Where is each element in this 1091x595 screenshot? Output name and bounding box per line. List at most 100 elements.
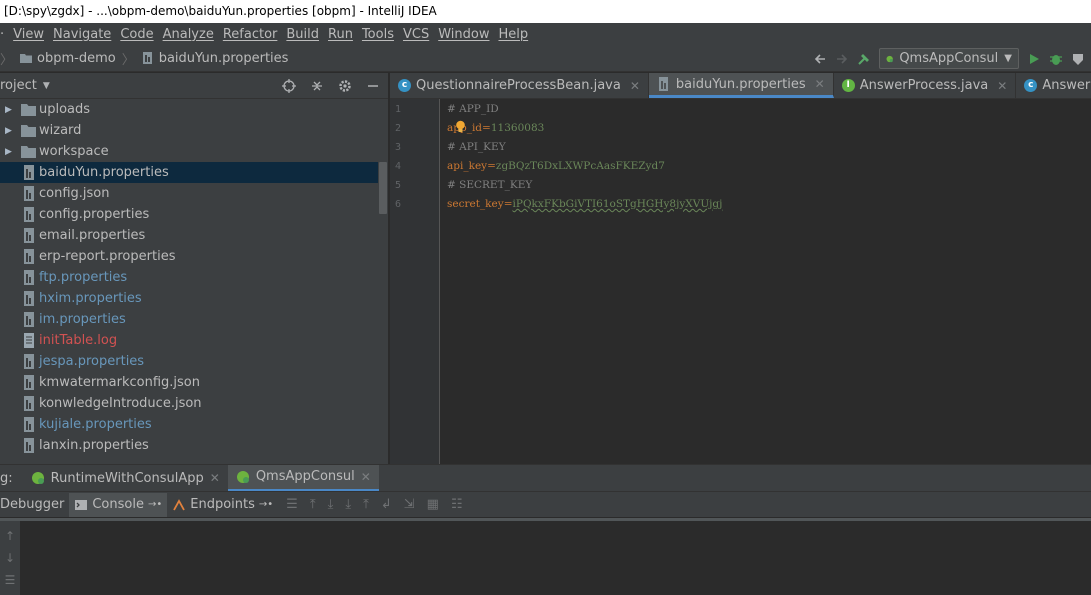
code-line[interactable]: # APP_ID: [447, 103, 499, 115]
tree-item[interactable]: ▶ uploads: [0, 99, 378, 120]
tree-item-label: erp-report.properties: [39, 249, 176, 264]
chevron-right-icon[interactable]: ▶: [5, 105, 12, 115]
menu-view[interactable]: View: [13, 27, 44, 42]
tree-item[interactable]: ▶ workspace: [0, 141, 378, 162]
editor-tab[interactable]: c AnswerProcessBean: [1016, 73, 1091, 98]
tab-endpoints-label: Endpoints: [190, 497, 255, 512]
editor-tab-label: AnswerProcessBean: [1042, 78, 1091, 93]
show-execution-point-icon[interactable]: ⤒: [310, 497, 316, 512]
code-editor[interactable]: 123456 # APP_ID app_id=11360083 # API_KEY a…: [390, 99, 1091, 464]
soft-wrap-icon[interactable]: ☰: [5, 573, 16, 587]
scroll-up-icon[interactable]: ↑: [5, 529, 15, 543]
chevron-right-icon[interactable]: ▶: [5, 126, 12, 136]
folder-icon: [20, 54, 33, 63]
back-arrow-icon[interactable]: [813, 52, 827, 66]
evaluate-icon[interactable]: ▦: [427, 497, 439, 512]
pin-arrow-icon[interactable]: →•: [148, 499, 162, 510]
build-hammer-icon[interactable]: [857, 52, 871, 66]
menu-help[interactable]: Help: [498, 27, 528, 42]
equals-sign: =: [487, 160, 496, 172]
menu-run[interactable]: Run: [328, 27, 353, 42]
menu-tools[interactable]: Tools: [362, 27, 394, 42]
close-icon[interactable]: ✕: [815, 77, 825, 91]
code-line[interactable]: api_key=zgBQzT6DxLXWPcAasFKEZyd7: [447, 160, 665, 172]
menu-vcs[interactable]: VCS: [403, 27, 429, 42]
coverage-shield-icon[interactable]: [1071, 52, 1085, 66]
panel-dropdown-icon[interactable]: ▼: [43, 81, 50, 91]
tree-item[interactable]: initTable.log: [0, 330, 378, 351]
menu-analyze[interactable]: Analyze: [163, 27, 214, 42]
tree-item[interactable]: config.properties: [0, 204, 378, 225]
tab-debugger[interactable]: Debugger: [0, 493, 69, 517]
trace-icon[interactable]: ☷: [451, 497, 463, 512]
tree-item[interactable]: ftp.properties: [0, 267, 378, 288]
run-configuration-selector[interactable]: QmsAppConsul ▼: [879, 48, 1019, 69]
step-into-icon[interactable]: ⤓: [345, 497, 351, 512]
debug-toolbar: Debugger Console →• Endpoints →• ☰ ⤒ ⤓ ⤓…: [0, 491, 1091, 517]
lightbulb-icon[interactable]: [455, 120, 466, 133]
hide-minus-icon[interactable]: [366, 79, 380, 93]
editor-tab[interactable]: c QuestionnaireProcessBean.java ✕: [390, 73, 649, 98]
run-tab-label: QmsAppConsul: [255, 469, 355, 484]
tree-item[interactable]: hxim.properties: [0, 288, 378, 309]
properties-file-icon: [24, 291, 34, 306]
line-number: 5: [395, 180, 402, 191]
gear-icon[interactable]: [338, 79, 352, 93]
tree-item[interactable]: kujiale.properties: [0, 414, 378, 435]
chevron-right-icon[interactable]: ▶: [5, 147, 12, 157]
tree-item[interactable]: konwledgeIntroduce.json: [0, 393, 378, 414]
tree-item[interactable]: config.json: [0, 183, 378, 204]
editor-tab[interactable]: baiduYun.properties ✕: [648, 73, 834, 98]
code-line[interactable]: secret_key=iPQkxFKbGiVTI61oSTgHGHy8jyXVU…: [447, 198, 722, 210]
tab-endpoints[interactable]: Endpoints →•: [167, 493, 278, 517]
code-comment: # API_KEY: [447, 141, 506, 153]
json-file-icon: [24, 186, 34, 201]
collapse-all-icon[interactable]: [310, 79, 324, 93]
drop-frame-icon[interactable]: ↲: [381, 497, 392, 512]
locate-target-icon[interactable]: [282, 79, 296, 93]
run-icon[interactable]: [1027, 52, 1041, 66]
pin-arrow-icon[interactable]: →•: [259, 499, 273, 510]
menu-code[interactable]: Code: [120, 27, 153, 42]
menu-refactor[interactable]: Refactor: [223, 27, 278, 42]
close-icon[interactable]: ✕: [630, 79, 640, 93]
property-value: 11360083: [490, 122, 545, 134]
tree-item[interactable]: ▶ wizard: [0, 120, 378, 141]
forward-arrow-icon[interactable]: [835, 52, 849, 66]
properties-file-icon: [142, 52, 152, 64]
breadcrumb-file[interactable]: baiduYun.properties: [159, 51, 289, 66]
run-tab-runtime[interactable]: RuntimeWithConsulApp ✕: [23, 465, 228, 492]
project-tree-scrollbar[interactable]: [379, 162, 387, 214]
tree-item[interactable]: erp-report.properties: [0, 246, 378, 267]
menu-window[interactable]: Window: [438, 27, 489, 42]
close-icon[interactable]: ✕: [361, 470, 371, 484]
tree-item[interactable]: im.properties: [0, 309, 378, 330]
step-over-icon[interactable]: ⤓: [328, 497, 334, 512]
tree-item[interactable]: baiduYun.properties: [0, 162, 378, 183]
menu-build[interactable]: Build: [286, 27, 319, 42]
menu-navigate[interactable]: Navigate: [53, 27, 111, 42]
step-out-icon[interactable]: ⤒: [363, 497, 369, 512]
close-icon[interactable]: ✕: [210, 471, 220, 485]
properties-file-icon: [24, 207, 34, 222]
breadcrumb-project[interactable]: obpm-demo: [37, 51, 116, 66]
project-panel-title[interactable]: roject: [0, 78, 37, 93]
console-side-toolbar: ↑ ↓ ☰: [0, 521, 20, 595]
run-tab-qms[interactable]: QmsAppConsul ✕: [227, 464, 379, 492]
tree-item[interactable]: jespa.properties: [0, 351, 378, 372]
tree-item[interactable]: kmwatermarkconfig.json: [0, 372, 378, 393]
scroll-down-icon[interactable]: ↓: [5, 551, 15, 565]
code-line[interactable]: # SECRET_KEY: [447, 179, 532, 191]
navigation-bar: 〉 obpm-demo 〉 baiduYun.properties QmsApp…: [0, 45, 1091, 72]
close-icon[interactable]: ✕: [997, 79, 1007, 93]
run-to-cursor-icon[interactable]: ⇲: [404, 497, 415, 512]
menu-lines-icon[interactable]: ☰: [286, 497, 298, 512]
tree-item[interactable]: lanxin.properties: [0, 435, 378, 456]
tab-console[interactable]: Console →•: [69, 492, 168, 517]
tab-debugger-label: Debugger: [0, 497, 65, 512]
code-line[interactable]: # API_KEY: [447, 141, 506, 153]
debug-bug-icon[interactable]: [1049, 52, 1063, 66]
console-output[interactable]: ↑ ↓ ☰: [0, 518, 1091, 595]
tree-item[interactable]: email.properties: [0, 225, 378, 246]
editor-tab[interactable]: I AnswerProcess.java ✕: [834, 73, 1017, 98]
